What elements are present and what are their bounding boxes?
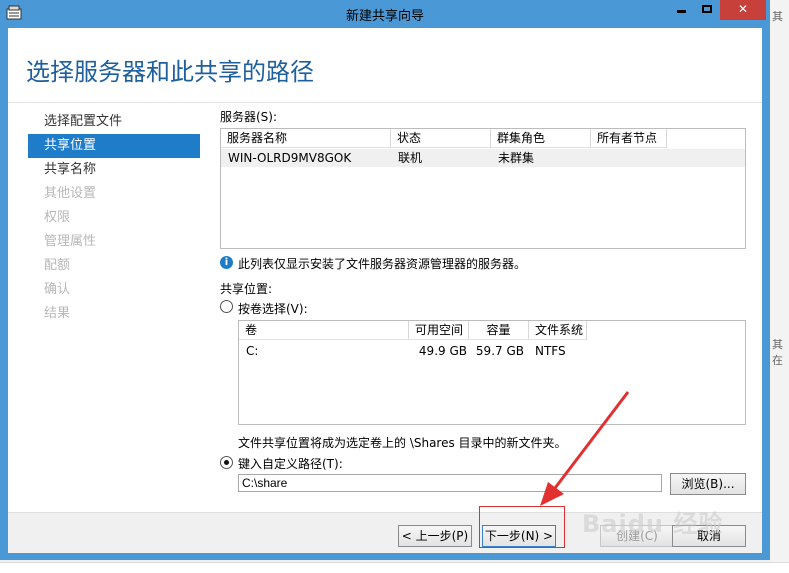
watermark: Baidu 经验 bbox=[582, 510, 724, 538]
annotation-arrow-icon bbox=[540, 391, 630, 506]
